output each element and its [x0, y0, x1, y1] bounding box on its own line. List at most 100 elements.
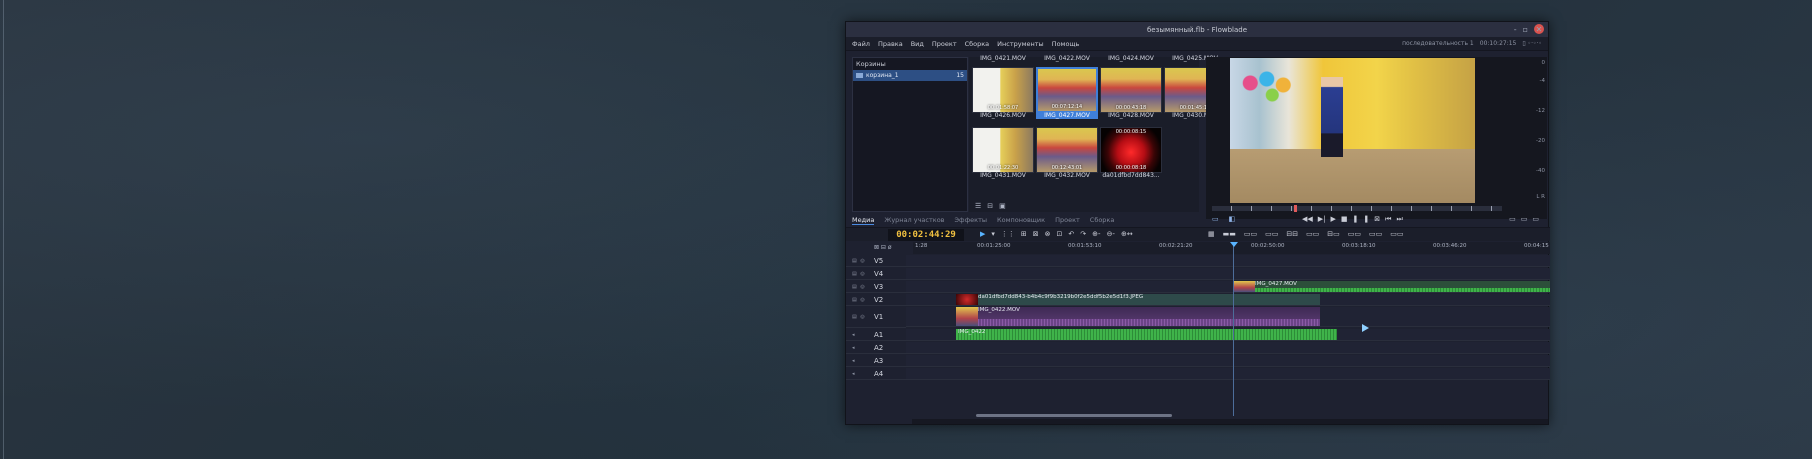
- view-mode-icon[interactable]: ▭: [1212, 215, 1219, 223]
- track-header-v5[interactable]: ▤ ◎ V5: [846, 255, 906, 267]
- tab-effects[interactable]: Эффекты: [955, 216, 988, 224]
- monitor-option-icon[interactable]: ▭: [1521, 215, 1528, 223]
- timeline-playhead[interactable]: [1233, 242, 1234, 416]
- track-header-a1[interactable]: ◂ A1: [846, 329, 906, 341]
- close-icon[interactable]: ✕: [1534, 24, 1544, 34]
- media-clip[interactable]: 00:00:08:15 00:00:08:18 da01dfbd7dd843..…: [1100, 121, 1162, 181]
- zoom-fit-icon[interactable]: ⊕↔: [1121, 230, 1133, 238]
- timeline-clip-v2[interactable]: da01dfbd7dd843-b4b4c9f9b3219b0f2e5ddf5b2…: [956, 294, 1320, 305]
- timeline-action-icon[interactable]: ⊟⊟: [1286, 230, 1298, 238]
- track-lane-a1[interactable]: IMG_0422: [906, 329, 1550, 341]
- redo-icon[interactable]: ↷: [1080, 230, 1086, 238]
- menu-view[interactable]: Вид: [911, 40, 924, 48]
- track-icons[interactable]: ▤ ◎: [852, 258, 866, 264]
- monitor-option-icon[interactable]: ▭: [1509, 215, 1516, 223]
- track-lane-v1[interactable]: IMG_0422.MOV: [906, 307, 1550, 327]
- track-header-a4[interactable]: ◂ A4: [846, 368, 906, 380]
- track-icons[interactable]: ▤ ◎: [852, 314, 866, 320]
- zoom-in-icon[interactable]: ⊕-: [1092, 230, 1100, 238]
- track-icons[interactable]: ▤ ◎: [852, 271, 866, 277]
- scrubber-playhead[interactable]: [1294, 205, 1297, 212]
- timeline-action-icon[interactable]: ▭▭: [1265, 230, 1278, 238]
- ruler-icons[interactable]: ⊠ ⊟ ø: [874, 244, 892, 251]
- step-icon[interactable]: ▶|: [1318, 215, 1326, 224]
- track-lane-v4[interactable]: [906, 268, 1550, 280]
- menu-tools[interactable]: Инструменты: [997, 40, 1044, 48]
- rewind-icon[interactable]: ◀◀: [1302, 215, 1313, 224]
- track-header-v3[interactable]: ▤ ◎ V3: [846, 281, 906, 293]
- to-start-icon[interactable]: ⏮: [1385, 215, 1391, 224]
- track-lane-a3[interactable]: [906, 355, 1550, 367]
- layout-icons[interactable]: ▯ ◦·◦·◦: [1522, 40, 1542, 47]
- tab-range-log[interactable]: Журнал участков: [884, 216, 944, 224]
- track-lane-a2[interactable]: [906, 342, 1550, 354]
- media-clip[interactable]: 00:12:43:01 IMG_0432.MOV: [1036, 121, 1098, 181]
- timeline-action-icon[interactable]: ⊟▭: [1327, 230, 1339, 238]
- track-lane-a4[interactable]: [906, 368, 1550, 380]
- track-header-v4[interactable]: ▤ ◎ V4: [846, 268, 906, 280]
- tool-menu-icon[interactable]: ▾: [991, 230, 995, 238]
- track-header-v1[interactable]: ▤ ◎ V1: [846, 307, 906, 328]
- track-lane-v2[interactable]: da01dfbd7dd843-b4b4c9f9b3219b0f2e5ddf5b2…: [906, 294, 1550, 306]
- to-end-icon[interactable]: ⏭: [1396, 215, 1402, 224]
- media-clip[interactable]: 00:01:22:30 IMG_0431.MOV: [972, 121, 1034, 181]
- media-clip-selected[interactable]: 00:07:12:14 IMG_0427.MOV: [1036, 61, 1098, 121]
- tab-media[interactable]: Медиа: [852, 216, 875, 225]
- mark-in-icon[interactable]: ❚: [1353, 215, 1359, 224]
- track-header-a2[interactable]: ◂ A2: [846, 342, 906, 354]
- media-clip[interactable]: 00:00:43:18 IMG_0428.MOV: [1100, 61, 1162, 121]
- split-icon[interactable]: ⋮⋮: [1001, 230, 1015, 238]
- tab-compositors[interactable]: Компоновщик: [997, 216, 1045, 224]
- timeline-action-icon[interactable]: ▭▭: [1306, 230, 1319, 238]
- tab-project[interactable]: Проект: [1055, 216, 1080, 224]
- track-lane-v3[interactable]: IMG_0427.MOV: [906, 281, 1550, 293]
- title-bar[interactable]: безымянный.flb - Flowblade - ▫ ✕: [846, 22, 1548, 37]
- clear-marks-icon[interactable]: ⊠: [1374, 215, 1380, 224]
- play-icon[interactable]: ▶: [1331, 215, 1336, 224]
- stop-icon[interactable]: ■: [1341, 215, 1348, 224]
- columns-icon[interactable]: ⊟: [987, 202, 993, 210]
- bin-item[interactable]: корзина_1 15: [853, 70, 967, 81]
- media-clip[interactable]: 00:01:58:07 IMG_0426.MOV: [972, 61, 1034, 121]
- list-view-icon[interactable]: ☰: [975, 202, 981, 210]
- track-header-a3[interactable]: ◂ A3: [846, 355, 906, 367]
- lift-icon[interactable]: ⊗: [1045, 230, 1051, 238]
- track-icons[interactable]: ◂: [852, 358, 856, 364]
- menu-project[interactable]: Проект: [932, 40, 957, 48]
- timeline-action-icon[interactable]: ▬▬: [1223, 230, 1236, 238]
- undo-icon[interactable]: ↶: [1068, 230, 1074, 238]
- menu-edit[interactable]: Правка: [878, 40, 903, 48]
- timeline-scrollbar[interactable]: [976, 414, 1172, 417]
- timeline-action-icon[interactable]: ▭▭: [1390, 230, 1403, 238]
- timeline-clip-v3[interactable]: IMG_0427.MOV: [1233, 281, 1550, 292]
- zoom-out-icon[interactable]: ⊖-: [1107, 230, 1115, 238]
- minimize-icon[interactable]: -: [1514, 25, 1517, 34]
- timeline-action-icon[interactable]: ▭▭: [1348, 230, 1361, 238]
- timeline-clip-a1[interactable]: IMG_0422: [956, 329, 1337, 340]
- track-icons[interactable]: ◂: [852, 345, 856, 351]
- timeline-action-icon[interactable]: ▭▭: [1369, 230, 1382, 238]
- track-icons[interactable]: ◂: [852, 371, 856, 377]
- timecode-display[interactable]: 00:02:44:29: [888, 229, 964, 241]
- track-header-v2[interactable]: ▤ ◎ V2: [846, 294, 906, 306]
- track-icons[interactable]: ◂: [852, 332, 856, 338]
- menu-file[interactable]: Файл: [852, 40, 870, 48]
- track-icons[interactable]: ▤ ◎: [852, 284, 866, 290]
- maximize-icon[interactable]: ▫: [1523, 25, 1528, 34]
- edit-tool-icon[interactable]: ▶: [980, 230, 985, 238]
- grid-icon[interactable]: ▣: [999, 202, 1006, 210]
- menu-sequence[interactable]: Сборка: [965, 40, 990, 48]
- delete-icon[interactable]: ⊠: [1033, 230, 1039, 238]
- monitor-option-icon[interactable]: ▭: [1532, 215, 1539, 223]
- timeline-action-icon[interactable]: ▦: [1208, 230, 1215, 238]
- resync-icon[interactable]: ⊞: [1021, 230, 1027, 238]
- sequence-name[interactable]: последовательность 1: [1402, 40, 1474, 47]
- tab-render[interactable]: Сборка: [1090, 216, 1115, 224]
- monitor-scrubber[interactable]: [1212, 205, 1502, 212]
- trim-view-icon[interactable]: ◧: [1229, 215, 1236, 223]
- timeline-action-icon[interactable]: ▭▭: [1244, 230, 1257, 238]
- playhead-marker[interactable]: [1230, 242, 1238, 247]
- track-icons[interactable]: ▤ ◎: [852, 297, 866, 303]
- ripple-icon[interactable]: ⊡: [1057, 230, 1063, 238]
- menu-help[interactable]: Помощь: [1052, 40, 1080, 48]
